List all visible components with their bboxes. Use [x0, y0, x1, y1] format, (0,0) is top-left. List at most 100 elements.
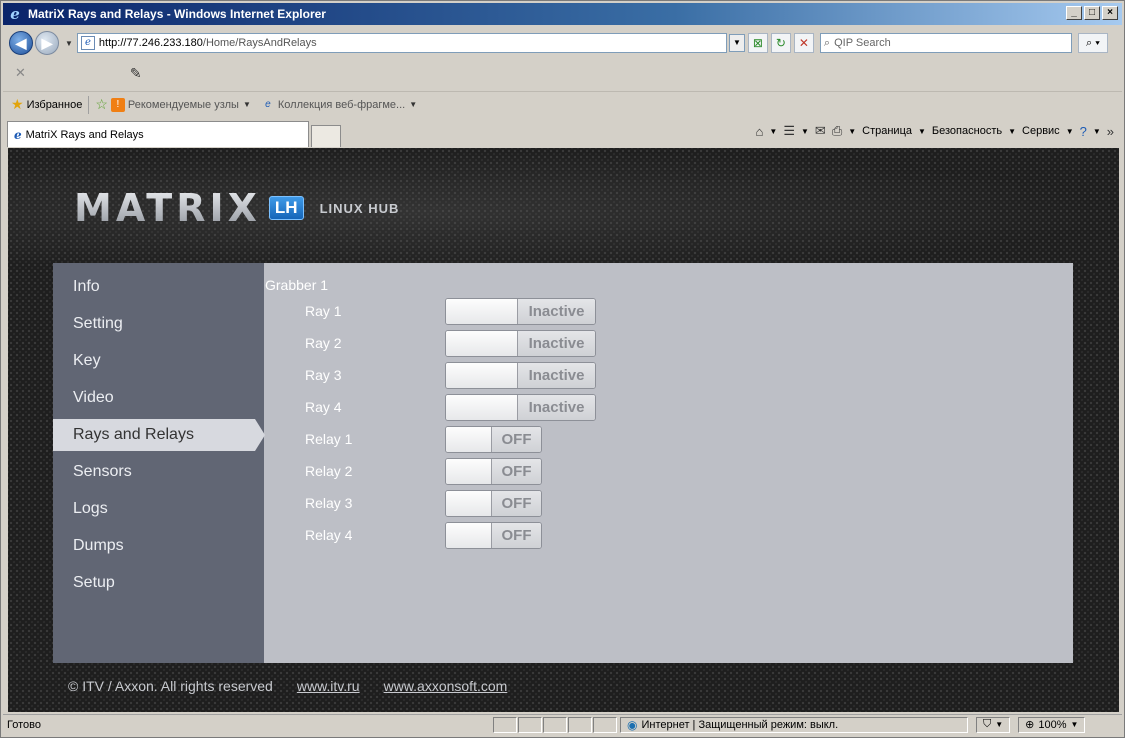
- home-icon[interactable]: ⌂: [756, 124, 764, 139]
- favorites-bar: ★ Избранное ☆ ! Рекомендуемые узлы ▼ e К…: [3, 91, 1122, 117]
- relay-1-label: Relay 1: [305, 431, 353, 447]
- sidebar-item-logs[interactable]: Logs: [53, 493, 264, 525]
- safety-menu[interactable]: Безопасность: [932, 125, 1002, 137]
- ray-1-toggle[interactable]: Inactive: [445, 298, 596, 325]
- sidebar-item-info[interactable]: Info: [53, 271, 264, 303]
- sidebar-item-setting[interactable]: Setting: [53, 308, 264, 340]
- sidebar-item-rays-and-relays[interactable]: Rays and Relays: [53, 419, 265, 451]
- sidebar: Info Setting Key Video Rays and Relays S…: [53, 263, 265, 663]
- logo-badge: LH: [268, 196, 304, 220]
- copyright-text: © ITV / Axxon. All rights reserved: [68, 678, 273, 694]
- mail-icon[interactable]: ✉: [815, 123, 826, 139]
- search-input[interactable]: ⌕ QIP Search: [819, 33, 1072, 53]
- status-cell: [493, 716, 517, 733]
- ray-1-label: Ray 1: [305, 303, 342, 319]
- search-icon: ⌕: [823, 36, 831, 49]
- chevron-down-icon: ▼: [1070, 720, 1079, 729]
- shield-icon: ⛉: [983, 718, 992, 730]
- toggle-knob: [446, 299, 518, 324]
- back-button[interactable]: ◀: [9, 31, 33, 55]
- itv-link[interactable]: www.itv.ru: [297, 678, 360, 694]
- compatibility-icon[interactable]: ⊠: [747, 33, 768, 53]
- feeds-icon[interactable]: ☰: [783, 123, 795, 139]
- tab-active[interactable]: e MatriX Rays and Relays: [7, 121, 309, 147]
- chevron-down-icon[interactable]: ▼: [769, 127, 777, 136]
- more-icon[interactable]: »: [1107, 124, 1114, 139]
- chevron-down-icon[interactable]: ▼: [801, 127, 809, 136]
- ray-4-toggle[interactable]: Inactive: [445, 394, 596, 421]
- stop-icon[interactable]: ✕: [793, 33, 814, 53]
- search-button[interactable]: ⌕ ▾: [1077, 33, 1108, 53]
- page-icon: e: [80, 36, 95, 50]
- forward-button[interactable]: ▶: [35, 31, 59, 55]
- add-favorite-icon[interactable]: ☆: [95, 96, 108, 113]
- refresh-icon[interactable]: ↻: [770, 33, 791, 53]
- chevron-down-icon[interactable]: ▼: [1093, 127, 1101, 136]
- print-icon[interactable]: ⎙: [832, 123, 842, 139]
- webslice-icon: e: [265, 98, 271, 110]
- relay-4-toggle[interactable]: OFF: [445, 522, 542, 549]
- help-icon[interactable]: ?: [1080, 124, 1087, 139]
- axxonsoft-link[interactable]: www.axxonsoft.com: [384, 678, 508, 694]
- url-dropdown-icon[interactable]: ▼: [728, 34, 745, 52]
- sidebar-item-key[interactable]: Key: [53, 345, 264, 377]
- browser-window: e MatriX Rays and Relays - Windows Inter…: [0, 0, 1125, 738]
- edit-icon[interactable]: ✎: [130, 65, 142, 82]
- status-bar: Готово ◉ Интернет | Защищенный режим: вы…: [3, 714, 1122, 734]
- sidebar-item-setup[interactable]: Setup: [53, 567, 264, 599]
- chevron-down-icon[interactable]: ▼: [848, 127, 856, 136]
- url-path: /Home/RaysAndRelays: [202, 37, 317, 49]
- minimize-button[interactable]: _: [1066, 6, 1082, 20]
- security-zone[interactable]: ◉ Интернет | Защищенный режим: выкл.: [620, 716, 968, 733]
- close-button[interactable]: ×: [1102, 6, 1118, 20]
- command-bar-top: ✕ ✎: [3, 61, 1122, 85]
- relay-1-state: OFF: [492, 427, 541, 452]
- relay-2-label: Relay 2: [305, 463, 353, 479]
- favorites-divider: [88, 95, 90, 114]
- protected-mode-control[interactable]: ⛉ ▼: [976, 716, 1011, 733]
- favorites-item-suggested[interactable]: ! Рекомендуемые узлы ▼: [110, 97, 251, 112]
- ray-3-toggle[interactable]: Inactive: [445, 362, 596, 389]
- status-cell: [593, 716, 617, 733]
- chevron-down-icon: ▼: [918, 126, 926, 136]
- relay-2-toggle[interactable]: OFF: [445, 458, 542, 485]
- suggested-sites-icon: !: [110, 97, 125, 112]
- toggle-knob: [446, 523, 492, 548]
- zoom-control[interactable]: ⊕ 100% ▼: [1018, 716, 1086, 733]
- search-placeholder: QIP Search: [834, 37, 891, 49]
- page-menu[interactable]: Страница: [862, 125, 912, 137]
- relay-3-toggle[interactable]: OFF: [445, 490, 542, 517]
- sidebar-item-video[interactable]: Video: [53, 382, 264, 414]
- toggle-knob: [446, 491, 492, 516]
- favorites-item-label: Коллекция веб-фрагме...: [277, 98, 406, 111]
- sidebar-item-dumps[interactable]: Dumps: [53, 530, 264, 562]
- ray-2-label: Ray 2: [305, 335, 342, 351]
- ray-2-toggle[interactable]: Inactive: [445, 330, 596, 357]
- window-controls: _ □ ×: [1066, 6, 1118, 20]
- title-bar: e MatriX Rays and Relays - Windows Inter…: [3, 3, 1122, 25]
- chevron-down-icon: ▼: [242, 100, 251, 109]
- favorites-star-icon: ★: [11, 96, 24, 112]
- service-menu[interactable]: Сервис: [1022, 125, 1060, 137]
- favorites-item-webslice[interactable]: e Коллекция веб-фрагме... ▼: [261, 98, 417, 112]
- toggle-knob: [446, 459, 492, 484]
- relay-1-toggle[interactable]: OFF: [445, 426, 542, 453]
- ray-3-state: Inactive: [518, 363, 595, 388]
- logo-subtitle: LINUX HUB: [319, 200, 400, 216]
- favorites-button[interactable]: Избранное: [27, 99, 83, 111]
- history-dropdown-icon[interactable]: ▼: [65, 39, 73, 48]
- ray-3-label: Ray 3: [305, 367, 342, 383]
- chevron-down-icon: ▼: [1008, 126, 1017, 136]
- relay-3-state: OFF: [492, 491, 541, 516]
- new-tab-button[interactable]: [311, 125, 341, 147]
- sidebar-item-sensors[interactable]: Sensors: [53, 456, 264, 488]
- tab-page-icon: e: [14, 127, 22, 142]
- window-title: MatriX Rays and Relays - Windows Interne…: [28, 7, 326, 21]
- toggle-knob: [446, 363, 518, 388]
- maximize-button[interactable]: □: [1084, 6, 1100, 20]
- page-viewport: MATRIX LH LINUX HUB Info Setting Key Vid…: [8, 148, 1119, 712]
- url-input[interactable]: e http://77.246.233.180/Home/RaysAndRela…: [76, 33, 727, 53]
- close-toolbar-icon[interactable]: ✕: [15, 65, 26, 81]
- chevron-down-icon: ▼: [409, 100, 418, 109]
- chevron-down-icon: ▼: [1065, 126, 1074, 136]
